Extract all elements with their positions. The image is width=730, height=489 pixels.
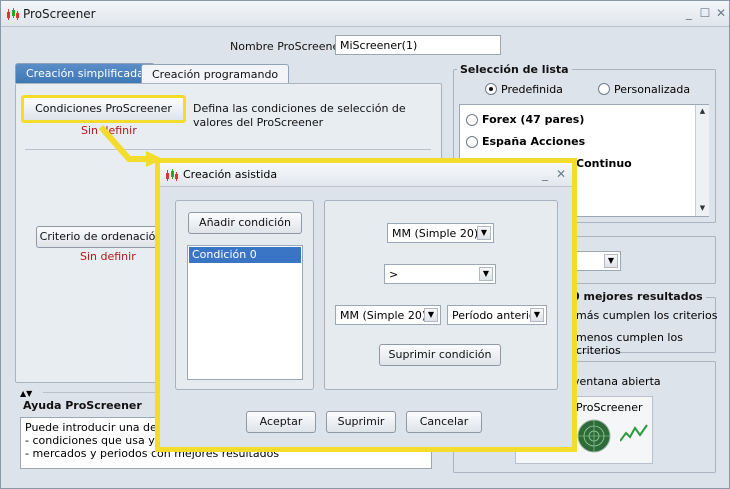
- delete-button[interactable]: Suprimir: [326, 411, 396, 433]
- dialog-close-button[interactable]: ✕: [554, 167, 568, 181]
- combo-value: MM (Simple 20): [392, 227, 479, 240]
- combo-value: MM (Simple 20): [340, 309, 427, 322]
- condition-editor-panel: MM (Simple 20) ▼ > ▼ MM (Simple 20) ▼ Pe…: [324, 200, 558, 390]
- conditions-list[interactable]: Condición 0: [187, 245, 303, 380]
- dialog-titlebar[interactable]: Creación asistida _ ✕: [160, 163, 572, 187]
- dropdown-arrow-icon: ▼: [424, 308, 438, 322]
- candlestick-app-icon: [166, 169, 178, 181]
- combo-value: >: [389, 268, 399, 281]
- condition-item[interactable]: Condición 0: [189, 247, 301, 263]
- cancel-button[interactable]: Cancelar: [406, 411, 482, 433]
- period-combo[interactable]: Período anterior ▼: [447, 305, 547, 325]
- dropdown-arrow-icon: ▼: [479, 267, 493, 281]
- assisted-creation-dialog: Creación asistida _ ✕ Añadir condición C…: [155, 158, 577, 452]
- dropdown-arrow-icon: ▼: [477, 226, 491, 240]
- combo-value: Período anterior: [452, 309, 541, 322]
- dialog-minimize-button[interactable]: _: [538, 167, 552, 181]
- add-condition-button[interactable]: Añadir condición: [188, 212, 302, 234]
- delete-condition-button[interactable]: Suprimir condición: [379, 344, 501, 366]
- conditions-panel: Añadir condición Condición 0: [175, 200, 314, 390]
- accept-button[interactable]: Aceptar: [246, 411, 316, 433]
- indicator-combo-1[interactable]: MM (Simple 20) ▼: [387, 223, 494, 243]
- dialog-title: Creación asistida: [183, 168, 278, 181]
- operator-combo[interactable]: > ▼: [384, 264, 496, 284]
- proscreener-window: ProScreener _ ☐ ✕ Nombre ProScreener Cre…: [0, 0, 730, 489]
- dropdown-arrow-icon: ▼: [530, 308, 544, 322]
- indicator-combo-2[interactable]: MM (Simple 20) ▼: [335, 305, 441, 325]
